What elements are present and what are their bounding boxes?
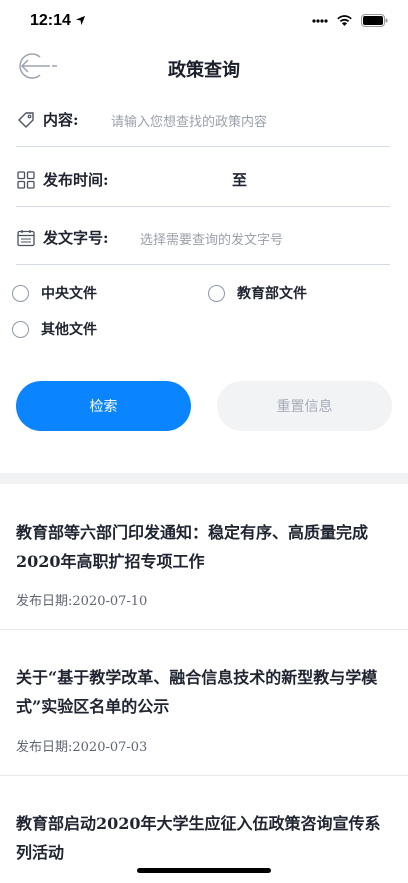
doc-number-select[interactable]: 选择需要查询的发文字号 xyxy=(140,229,283,248)
grid-icon xyxy=(17,171,35,189)
radio-circle[interactable] xyxy=(208,284,225,302)
doc-number-label: 发文字号: xyxy=(43,229,109,247)
battery-icon xyxy=(361,14,388,27)
filter-label: 其他文件 xyxy=(41,322,97,338)
news-date: 发布日期:2020-07-10 xyxy=(16,594,148,609)
signal-dots-icon xyxy=(312,18,328,23)
content-row: 内容: 请输入您想查找的政策内容 xyxy=(16,94,390,147)
radio-circle[interactable] xyxy=(12,284,29,302)
section-divider xyxy=(0,473,408,484)
reset-button[interactable]: 重置信息 xyxy=(217,381,392,431)
status-time: 12:14 xyxy=(30,12,86,30)
filter-central-radio[interactable]: 中央文件 xyxy=(12,283,97,303)
time-separator: 至 xyxy=(232,171,248,189)
radio-circle[interactable] xyxy=(12,320,29,338)
status-time-text: 12:14 xyxy=(30,12,71,29)
tag-icon xyxy=(18,112,34,128)
doc-number-row: 发文字号: 选择需要查询的发文字号 xyxy=(16,212,390,265)
filter-other-radio[interactable]: 其他文件 xyxy=(12,319,97,339)
news-item[interactable]: 关于“基于教学改革、融合信息技术的新型教与学模式”实验区名单的公示 发布日期:2… xyxy=(0,629,408,776)
status-indicators xyxy=(312,14,388,27)
page-title: 政策查询 xyxy=(168,60,240,81)
filter-label: 教育部文件 xyxy=(237,286,307,302)
publish-time-label: 发布时间: xyxy=(43,171,109,189)
news-title: 教育部等六部门印发通知：稳定有序、高质量完成2020年高职扩招专项工作 xyxy=(16,523,369,571)
home-indicator xyxy=(137,868,271,873)
news-item[interactable]: 教育部等六部门印发通知：稳定有序、高质量完成2020年高职扩招专项工作 发布日期… xyxy=(0,484,408,630)
wifi-icon xyxy=(337,15,352,26)
content-label: 内容: xyxy=(43,111,79,129)
search-button[interactable]: 检索 xyxy=(16,381,191,431)
publish-time-row: 发布时间: 至 xyxy=(16,154,390,207)
filter-ministry-radio[interactable]: 教育部文件 xyxy=(208,283,307,303)
calendar-icon xyxy=(17,230,35,247)
location-arrow-icon xyxy=(76,16,86,26)
news-title: 教育部启动2020年大学生应征入伍政策咨询宣传系列活动 xyxy=(16,814,381,862)
news-item[interactable]: 教育部启动2020年大学生应征入伍政策咨询宣传系列活动 xyxy=(0,775,408,883)
filter-label: 中央文件 xyxy=(41,286,97,302)
news-title: 关于“基于教学改革、融合信息技术的新型教与学模式”实验区名单的公示 xyxy=(16,668,378,716)
news-date: 发布日期:2020-07-03 xyxy=(16,740,148,755)
content-input[interactable]: 请输入您想查找的政策内容 xyxy=(111,111,267,130)
